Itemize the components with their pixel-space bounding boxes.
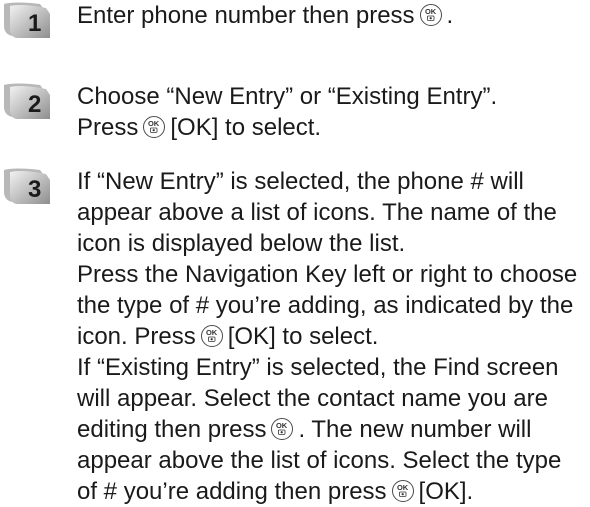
- ok-key-icon: OK: [419, 4, 442, 26]
- text-segment: of # you’re adding then press: [77, 478, 387, 505]
- step-number-badge: 2: [0, 81, 52, 121]
- text-line: Choose “New Entry” or “Existing Entry”.: [77, 81, 587, 112]
- text-segment: [OK].: [418, 478, 474, 505]
- text-line: If “New Entry” is selected, the phone # …: [77, 166, 587, 197]
- text-segment: will appear. Select the contact name you…: [77, 385, 548, 412]
- camera-lens: [401, 493, 404, 496]
- ok-key-label: OK: [425, 7, 437, 16]
- ok-key-icon: OK: [143, 116, 166, 138]
- ok-key-label: OK: [148, 119, 160, 128]
- text-line: Press the Navigation Key left or right t…: [77, 259, 587, 290]
- step-number: 3: [28, 176, 42, 203]
- camera-lens: [429, 17, 432, 20]
- text-line: appear above a list of icons. The name o…: [77, 197, 587, 228]
- ok-key-label: OK: [276, 421, 288, 430]
- text-line: Press OK [OK] to select.: [77, 112, 587, 143]
- ok-key-icon: OK: [271, 418, 294, 440]
- text-line: icon. Press OK [OK] to select.: [77, 321, 587, 352]
- ok-key-icon: OK: [200, 325, 223, 347]
- manual-page: { "steps": [ { "number": "1", "lines": […: [0, 0, 590, 505]
- camera-lens: [210, 338, 213, 341]
- text-segment: appear above a list of icons. The name o…: [77, 199, 557, 226]
- step-number: 2: [28, 91, 42, 118]
- camera-lens: [281, 431, 284, 434]
- text-segment: [OK] to select.: [170, 114, 322, 141]
- text-segment: If “Existing Entry” is selected, the Fin…: [77, 354, 559, 381]
- text-segment: .: [446, 2, 454, 29]
- text-line: the type of # you’re adding, as indicate…: [77, 290, 587, 321]
- text-line: will appear. Select the contact name you…: [77, 383, 587, 414]
- text-segment: icon. Press: [77, 323, 196, 350]
- step-text: Enter phone number then press OK.: [77, 0, 587, 31]
- text-segment: Press: [77, 114, 139, 141]
- text-line: Enter phone number then press OK.: [77, 0, 587, 31]
- text-line: icon is displayed below the list.: [77, 228, 587, 259]
- text-segment: Enter phone number then press: [77, 2, 415, 29]
- step-number-badge: 1: [0, 0, 52, 40]
- text-segment: the type of # you’re adding, as indicate…: [77, 292, 574, 319]
- text-segment: If “New Entry” is selected, the phone # …: [77, 168, 524, 195]
- text-segment: [OK] to select.: [227, 323, 379, 350]
- ok-key-icon: OK: [391, 480, 414, 502]
- step-text: If “New Entry” is selected, the phone # …: [77, 166, 587, 507]
- text-segment: editing then press: [77, 416, 267, 443]
- ok-key-label: OK: [397, 483, 409, 492]
- step-number-badge: 3: [0, 166, 52, 206]
- text-line: appear above the list of icons. Select t…: [77, 445, 587, 476]
- text-line: of # you’re adding then press OK [OK].: [77, 476, 587, 507]
- text-segment: icon is displayed below the list.: [77, 230, 406, 257]
- step-text: Choose “New Entry” or “Existing Entry”. P…: [77, 81, 587, 143]
- text-segment: . The new number will: [298, 416, 532, 443]
- ok-key-label: OK: [206, 328, 218, 337]
- text-segment: appear above the list of icons. Select t…: [77, 447, 562, 474]
- text-segment: Choose “New Entry” or “Existing Entry”.: [77, 83, 498, 110]
- step-number: 1: [28, 10, 42, 37]
- camera-lens: [152, 129, 156, 132]
- text-line: editing then press OK . The new number wil…: [77, 414, 587, 445]
- text-line: If “Existing Entry” is selected, the Fin…: [77, 352, 587, 383]
- text-segment: Press the Navigation Key left or right t…: [77, 261, 578, 288]
